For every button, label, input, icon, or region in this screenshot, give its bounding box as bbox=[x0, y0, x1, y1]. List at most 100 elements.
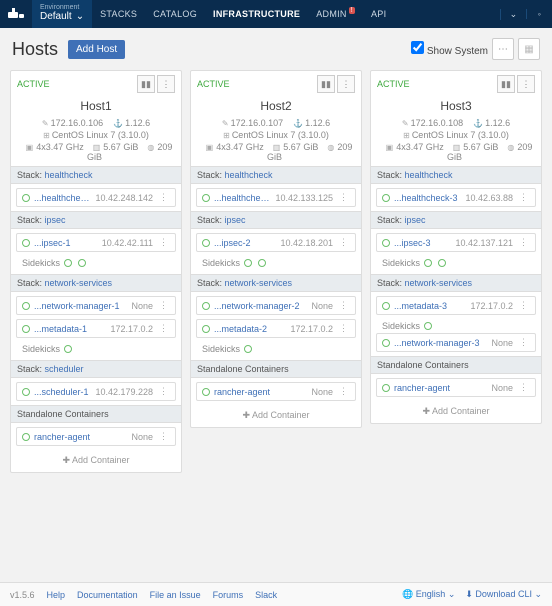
footer-help[interactable]: Help bbox=[47, 590, 66, 600]
service-name[interactable]: rancher-agent bbox=[394, 383, 487, 393]
service-name[interactable]: rancher-agent bbox=[34, 432, 127, 442]
service-row[interactable]: ...network-manager-1None⋮ bbox=[16, 296, 176, 315]
service-name[interactable]: ...ipsec-2 bbox=[214, 238, 276, 248]
service-menu-icon[interactable]: ⋮ bbox=[517, 237, 530, 248]
host-name[interactable]: Host2 bbox=[191, 97, 361, 117]
sidekick-dot-icon bbox=[78, 259, 86, 267]
service-menu-icon[interactable]: ⋮ bbox=[157, 431, 170, 442]
footer-docs[interactable]: Documentation bbox=[77, 590, 138, 600]
add-container-button[interactable]: ✚ Add Container bbox=[371, 401, 541, 423]
brand-logo[interactable] bbox=[0, 8, 32, 20]
service-row[interactable]: ...metadata-2172.17.0.2⋮ bbox=[196, 319, 356, 338]
service-row[interactable]: ...ipsec-110.42.42.111⋮ bbox=[16, 233, 176, 252]
nav-extra-button[interactable]: ◦ bbox=[526, 9, 552, 19]
service-row[interactable]: rancher-agentNone⋮ bbox=[196, 382, 356, 401]
service-name[interactable]: ...ipsec-3 bbox=[394, 238, 451, 248]
host-pause-button[interactable]: ▮▮ bbox=[317, 75, 335, 93]
service-menu-icon[interactable]: ⋮ bbox=[337, 237, 350, 248]
service-row[interactable]: ...ipsec-310.42.137.121⋮ bbox=[376, 233, 536, 252]
stack-link[interactable]: healthcheck bbox=[225, 170, 273, 180]
service-menu-icon[interactable]: ⋮ bbox=[157, 237, 170, 248]
service-row[interactable]: ...network-manager-3None⋮ bbox=[376, 333, 536, 352]
service-name[interactable]: ...network-manager-3 bbox=[394, 338, 487, 348]
add-container-button[interactable]: ✚ Add Container bbox=[11, 450, 181, 472]
service-menu-icon[interactable]: ⋮ bbox=[337, 300, 350, 311]
stack-link[interactable]: network-services bbox=[225, 278, 293, 288]
service-row[interactable]: ...network-manager-2None⋮ bbox=[196, 296, 356, 315]
service-row[interactable]: ...metadata-3172.17.0.2⋮ bbox=[376, 296, 536, 315]
service-menu-icon[interactable]: ⋮ bbox=[517, 382, 530, 393]
service-menu-icon[interactable]: ⋮ bbox=[157, 192, 170, 203]
service-menu-icon[interactable]: ⋮ bbox=[157, 300, 170, 311]
nav-catalog[interactable]: CATALOG bbox=[145, 0, 205, 28]
download-cli[interactable]: ⬇ Download CLI ⌄ bbox=[465, 589, 542, 600]
service-name[interactable]: rancher-agent bbox=[214, 387, 307, 397]
service-row[interactable]: ...scheduler-110.42.179.228⋮ bbox=[16, 382, 176, 401]
service-row[interactable]: ...healthcheck-310.42.63.88⋮ bbox=[376, 188, 536, 207]
nav-stacks[interactable]: STACKS bbox=[92, 0, 145, 28]
host-menu-button[interactable]: ⋮ bbox=[157, 75, 175, 93]
cpu-icon: ▣ bbox=[26, 143, 34, 152]
service-row[interactable]: ...metadata-1 172.17.0.2 ⋮ bbox=[16, 319, 176, 338]
service-ip: 172.17.0.2 bbox=[110, 324, 153, 334]
stack-link[interactable]: ipsec bbox=[405, 215, 426, 225]
sidekick-dot-icon bbox=[424, 322, 432, 330]
service-menu-icon[interactable]: ⋮ bbox=[517, 337, 530, 348]
environment-selector[interactable]: Environment Default ⌄ bbox=[32, 0, 92, 28]
add-host-button[interactable]: Add Host bbox=[68, 40, 125, 59]
service-menu-icon[interactable]: ⋮ bbox=[337, 386, 350, 397]
service-menu-icon[interactable]: ⋮ bbox=[157, 323, 170, 334]
footer-slack[interactable]: Slack bbox=[255, 590, 277, 600]
disk-icon: ◍ bbox=[327, 143, 334, 152]
user-menu[interactable]: ⌄ bbox=[500, 9, 526, 20]
service-menu-icon[interactable]: ⋮ bbox=[337, 192, 350, 203]
service-row[interactable]: rancher-agentNone⋮ bbox=[16, 427, 176, 446]
service-row[interactable]: rancher-agentNone⋮ bbox=[376, 378, 536, 397]
service-name[interactable]: ...metadata-2 bbox=[214, 324, 286, 334]
service-name[interactable]: ...metadata-3 bbox=[394, 301, 466, 311]
host-pause-button[interactable]: ▮▮ bbox=[137, 75, 155, 93]
nav-admin[interactable]: ADMIN! bbox=[308, 0, 363, 28]
view-options-button[interactable]: ⋯ bbox=[492, 38, 514, 60]
service-menu-icon[interactable]: ⋮ bbox=[157, 386, 170, 397]
service-row[interactable]: ...ipsec-210.42.18.201⋮ bbox=[196, 233, 356, 252]
host-name[interactable]: Host3 bbox=[371, 97, 541, 117]
stack-link[interactable]: ipsec bbox=[225, 215, 246, 225]
host-name[interactable]: Host1 bbox=[11, 97, 181, 117]
footer-issue[interactable]: File an Issue bbox=[150, 590, 201, 600]
stack-link[interactable]: scheduler bbox=[45, 364, 84, 374]
standalone-body: rancher-agentNone⋮ bbox=[11, 423, 181, 450]
language-selector[interactable]: 🌐 English ⌄ bbox=[402, 589, 455, 600]
stack-link[interactable]: ipsec bbox=[45, 215, 66, 225]
show-system-checkbox[interactable] bbox=[411, 41, 424, 54]
standalone-body: rancher-agentNone⋮ bbox=[191, 378, 361, 405]
stack-link[interactable]: healthcheck bbox=[405, 170, 453, 180]
service-name[interactable]: ...healthcheck-3 bbox=[394, 193, 461, 203]
stack-link[interactable]: network-services bbox=[45, 278, 113, 288]
nav-infrastructure[interactable]: INFRASTRUCTURE bbox=[205, 0, 308, 28]
service-row[interactable]: ...healthcheck-210.42.248.142⋮ bbox=[16, 188, 176, 207]
host-menu-button[interactable]: ⋮ bbox=[337, 75, 355, 93]
service-menu-icon[interactable]: ⋮ bbox=[517, 192, 530, 203]
service-name[interactable]: ...healthcheck-2 bbox=[34, 193, 91, 203]
stack-link[interactable]: healthcheck bbox=[45, 170, 93, 180]
host-pause-button[interactable]: ▮▮ bbox=[497, 75, 515, 93]
add-container-button[interactable]: ✚ Add Container bbox=[191, 405, 361, 427]
service-name[interactable]: ...ipsec-1 bbox=[34, 238, 98, 248]
service-name[interactable]: ...network-manager-2 bbox=[214, 301, 307, 311]
service-menu-icon[interactable]: ⋮ bbox=[337, 323, 350, 334]
service-name[interactable]: ...healthcheck-1 bbox=[214, 193, 271, 203]
service-name[interactable]: ...network-manager-1 bbox=[34, 301, 127, 311]
host-status: ACTIVE bbox=[197, 79, 230, 89]
host-menu-button[interactable]: ⋮ bbox=[517, 75, 535, 93]
service-name[interactable]: ...scheduler-1 bbox=[34, 387, 91, 397]
show-system-toggle[interactable]: Show System bbox=[411, 41, 488, 57]
stack-link[interactable]: network-services bbox=[405, 278, 473, 288]
service-menu-icon[interactable]: ⋮ bbox=[517, 300, 530, 311]
nav-api[interactable]: API bbox=[363, 0, 394, 28]
footer-forums[interactable]: Forums bbox=[213, 590, 244, 600]
grid-view-button[interactable]: ▦ bbox=[518, 38, 540, 60]
status-dot-icon bbox=[382, 194, 390, 202]
service-name[interactable]: ...metadata-1 bbox=[34, 324, 106, 334]
service-row[interactable]: ...healthcheck-110.42.133.125⋮ bbox=[196, 188, 356, 207]
